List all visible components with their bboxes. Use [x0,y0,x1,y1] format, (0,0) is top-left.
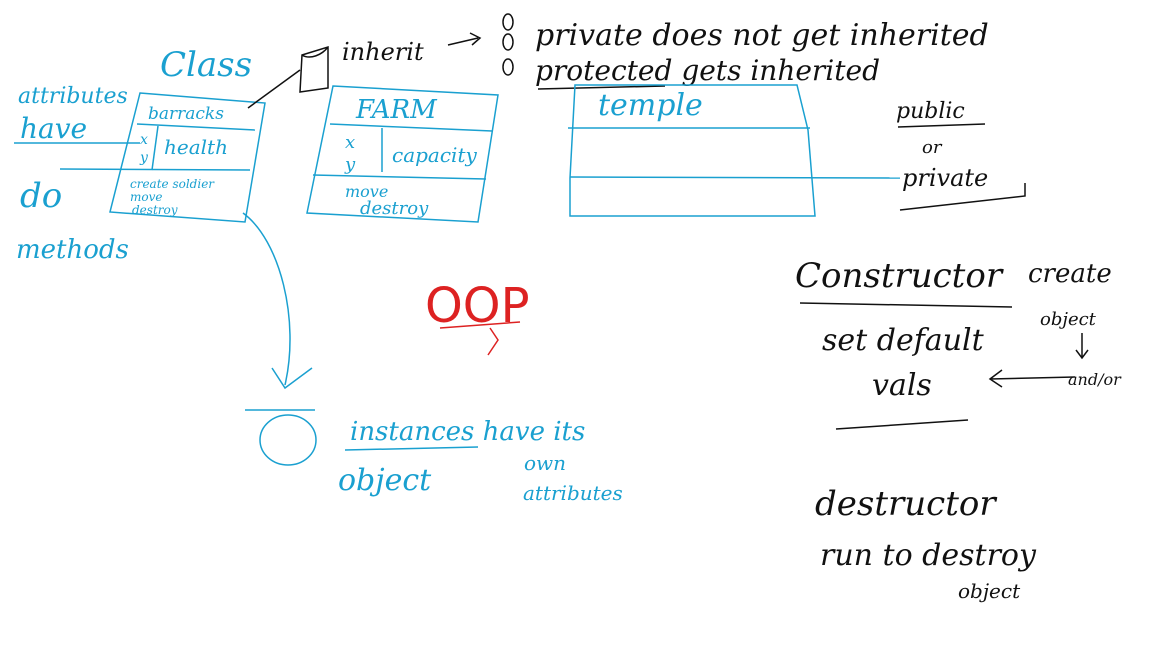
farm-name-divider [329,123,493,132]
farm-attr-capacity: capacity [392,143,477,167]
temple-name: temple [598,88,703,123]
class-box: Class barracks x y health create soldier… [109,45,313,390]
farm-box: FARM x y capacity move destroy [306,85,499,223]
public-underline [897,123,986,128]
class-to-object-arrow [242,212,291,386]
visibility-public: public [896,99,965,124]
class-header: Class [160,45,252,85]
destructor-title: destructor [815,484,997,524]
oop-label: OOP [425,278,530,356]
visibility-or: or [922,137,943,158]
inherit-cylinder-icon [299,45,329,93]
constructor-vals: vals [872,368,932,403]
do-divider [59,168,251,171]
constructor-note: Constructor create object and/or set def… [795,256,1122,430]
class-attr-y: y [139,150,149,166]
down-arrow-icon [1075,333,1089,360]
inherit-label: inherit [342,38,424,66]
bullet-icon [502,33,514,51]
object-label: object [338,463,432,498]
constructor-object: object [1040,309,1097,330]
whiteboard-canvas: attributes have do methods Class barrack… [14,13,1122,603]
farm-attr-x: x [345,132,355,153]
class-attr-health: health [164,135,228,159]
instances-underline [344,446,479,451]
bullet-icon [502,58,514,76]
farm-attr-y: y [344,154,356,175]
object-circle-icon [259,414,317,466]
farm-method-2: destroy [360,198,429,219]
temple-attr-divider [569,176,901,179]
destructor-object: object [958,579,1021,603]
constructor-set-default: set default [822,323,985,358]
object-instances: instances have its [350,417,585,447]
inherit-arrow-icon [447,32,482,46]
class-method-1: create soldier [130,177,215,191]
constructor-title: Constructor [795,256,1004,296]
note-have: have [20,112,87,145]
bullet-icon [502,13,514,31]
left-arrow-icon [988,369,1076,388]
constructor-create: create [1028,259,1112,289]
class-attr-x: x [140,132,148,148]
farm-name: FARM [355,95,438,125]
visibility-note: public or private [896,99,1026,211]
note-attributes: attributes [18,84,128,109]
vals-underline [835,419,969,430]
class-name-divider [136,123,256,131]
note-do: do [20,176,62,216]
visibility-private: private [902,164,988,192]
constructor-and-or: and/or [1068,370,1122,389]
protected-line: protected gets inherited [535,54,880,87]
object-note: instances have its object own attributes [245,409,623,505]
destructor-note: destructor run to destroy object [815,484,1037,603]
class-method-3: destroy [132,203,178,217]
temple-box: temple [568,84,901,217]
inherit-link-line [247,69,301,109]
constructor-underline [799,302,1013,308]
note-methods: methods [16,235,129,265]
private-line: private does not get inherited [535,18,989,53]
destructor-run: run to destroy [820,538,1037,573]
class-method-2: move [130,190,162,204]
class-attr-divider [151,125,159,171]
object-own: own [524,451,566,475]
farm-attr-divider [312,174,487,180]
class-to-object-arrowhead [271,367,313,390]
object-attributes: attributes [523,481,623,505]
class-name: barracks [148,104,224,124]
